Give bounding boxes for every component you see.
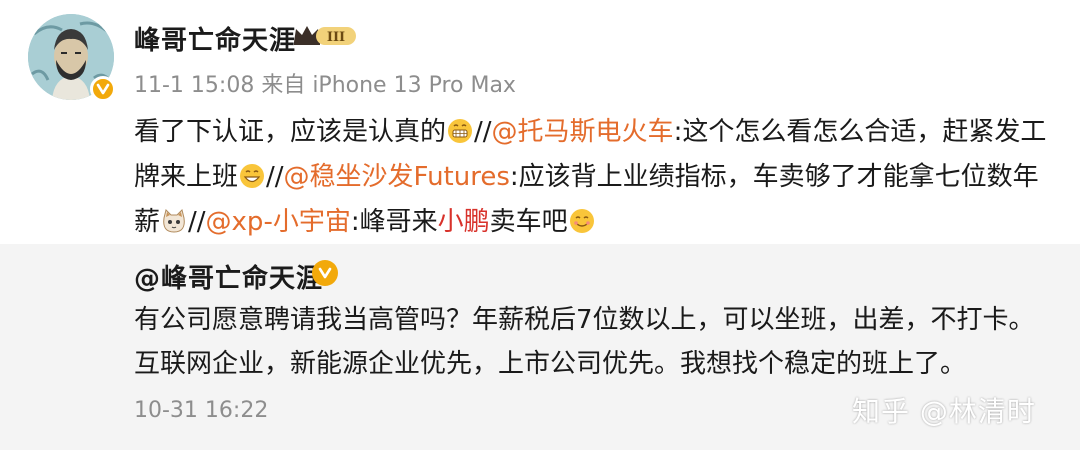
avatar[interactable]	[28, 14, 116, 102]
post-text: 看了下认证，应该是认真的	[134, 117, 447, 147]
repost-separator: //	[266, 162, 284, 192]
vip-crown-icon[interactable]: III	[292, 22, 358, 52]
verified-badge-icon	[90, 76, 116, 102]
watermark: 知乎 @林清时	[852, 395, 1036, 428]
post-text: :峰哥来	[350, 207, 438, 237]
emoji-wink-icon	[569, 204, 595, 233]
post-username[interactable]: 峰哥亡命天涯	[134, 20, 296, 57]
mention-link[interactable]: @稳坐沙发Futures	[284, 162, 510, 192]
highlight-keyword: 小鹏	[437, 207, 490, 237]
emoji-grin-icon	[447, 114, 473, 143]
repost-separator: //	[188, 207, 206, 237]
repost-separator: //	[474, 117, 492, 147]
post-date: 11-1 15:08	[134, 73, 255, 98]
post-body: 看了下认证，应该是认真的//@托马斯电火车:这个怎么看怎么合适，赶紧发工牌来上班…	[134, 110, 1054, 245]
vip-level-label: III	[327, 30, 345, 45]
post-text: 卖车吧	[489, 207, 568, 237]
reposted-card[interactable]: @峰哥亡命天涯 有公司愿意聘请我当高管吗？年薪税后7位数以上，可以坐班，出差，不…	[0, 244, 1080, 450]
repost-time: 10-31 16:22	[134, 398, 269, 423]
post-source: 来自 iPhone 13 Pro Max	[261, 73, 516, 98]
mention-link[interactable]: @托马斯电火车	[492, 117, 674, 147]
verified-badge-icon	[312, 260, 338, 286]
repost-username[interactable]: @峰哥亡命天涯	[134, 258, 323, 295]
repost-text: 有公司愿意聘请我当高管吗？年薪税后7位数以上，可以坐班，出差，不打卡。互联网企业…	[134, 305, 1035, 379]
post-meta: 11-1 15:08 来自 iPhone 13 Pro Max	[134, 67, 516, 99]
emoji-smile-icon	[239, 159, 265, 188]
mention-link[interactable]: @xp-小宇宙	[206, 207, 351, 237]
emoji-cat-icon	[161, 204, 187, 233]
